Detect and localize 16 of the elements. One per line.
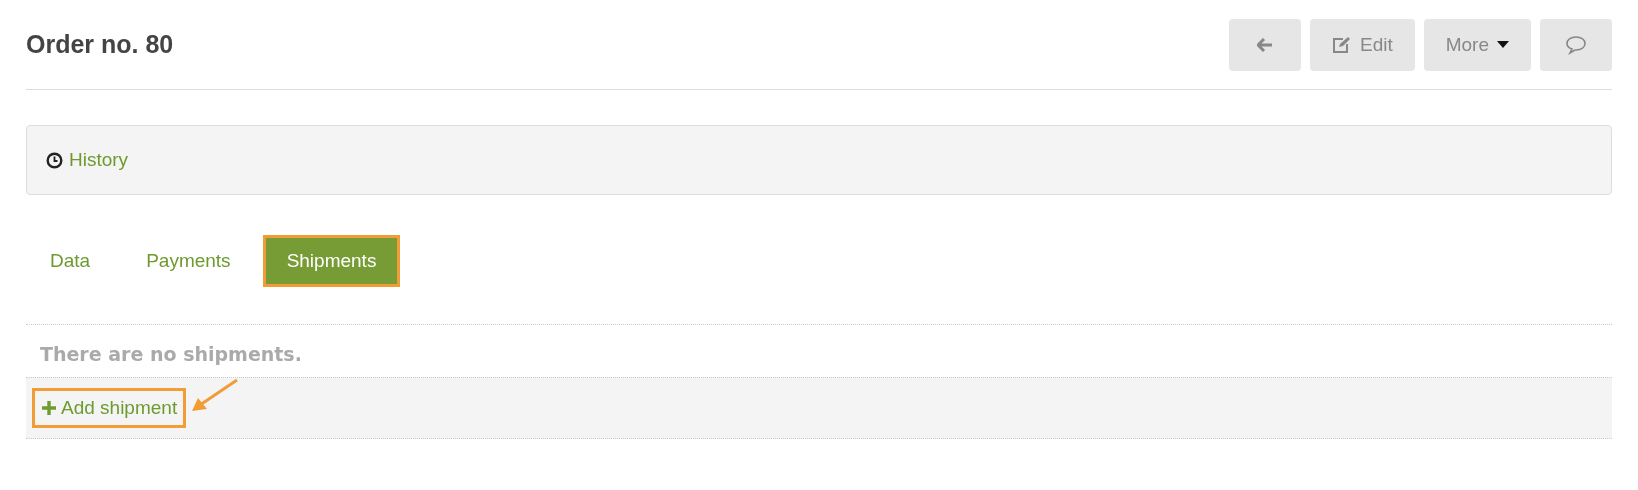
edit-button[interactable]: Edit [1309,18,1415,71]
edit-icon [1331,35,1352,54]
caret-icon [1497,41,1509,48]
more-button[interactable]: More [1423,18,1531,71]
history-link[interactable]: History [46,149,129,171]
speech-bubble-icon [1565,34,1587,55]
page-title: Order no. 80 [26,30,174,59]
tab[interactable]: Shipments [262,235,401,287]
plus-icon [41,400,57,416]
add-shipment-link[interactable]: Add shipment [32,388,187,428]
comment-button[interactable] [1540,18,1612,71]
back-button[interactable] [1228,18,1301,71]
tab[interactable]: Payments [122,235,255,287]
tab[interactable]: Data [26,235,115,287]
clock-icon [46,151,63,169]
back-arrow-icon [1256,37,1273,52]
